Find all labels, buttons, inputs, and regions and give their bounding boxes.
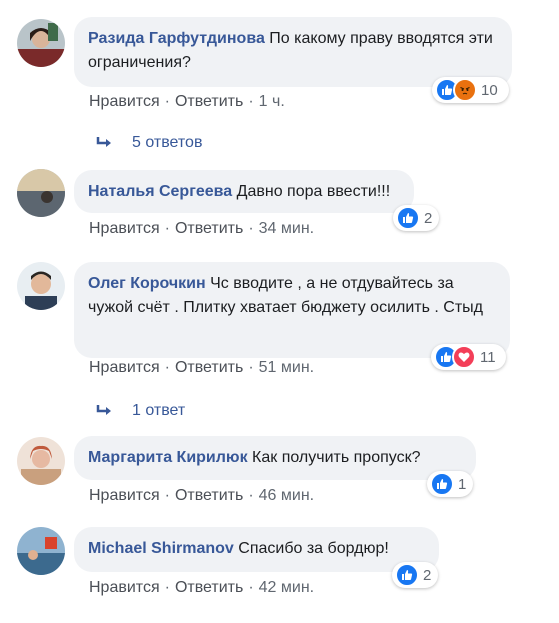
replies-count[interactable]: 1 ответ xyxy=(132,402,185,420)
reactions-badge[interactable]: 2 xyxy=(392,562,438,588)
reply-button[interactable]: Ответить xyxy=(175,579,243,596)
timestamp[interactable]: 1 ч. xyxy=(259,93,285,110)
avatar[interactable] xyxy=(17,19,65,67)
separator: · xyxy=(164,579,170,596)
reply-button[interactable]: Ответить xyxy=(175,220,243,237)
avatar[interactable] xyxy=(17,169,65,217)
comment-author[interactable]: Маргарита Кирилюк xyxy=(88,449,248,466)
reaction-count: 11 xyxy=(480,348,496,366)
timestamp[interactable]: 46 мин. xyxy=(259,487,314,504)
comment-author[interactable]: Разида Гарфутдинова xyxy=(88,30,265,47)
avatar[interactable] xyxy=(17,527,65,575)
avatar[interactable] xyxy=(17,437,65,485)
reactions-badge[interactable]: 2 xyxy=(393,205,439,231)
reply-button[interactable]: Ответить xyxy=(175,487,243,504)
reply-button[interactable]: Ответить xyxy=(175,93,243,110)
separator: · xyxy=(248,359,254,376)
comment-actions: Нравится · Ответить · 34 мин. xyxy=(89,220,314,238)
separator: · xyxy=(164,93,170,110)
comment-author[interactable]: Michael Shirmanov xyxy=(88,540,234,557)
like-button[interactable]: Нравится xyxy=(89,579,160,596)
avatar-image xyxy=(17,437,65,485)
reaction-count: 2 xyxy=(423,566,432,584)
like-button[interactable]: Нравится xyxy=(89,93,160,110)
timestamp[interactable]: 34 мин. xyxy=(259,220,314,237)
avatar-image xyxy=(17,262,65,310)
replies-count[interactable]: 5 ответов xyxy=(132,134,202,152)
avatar-image xyxy=(17,169,65,217)
view-replies-link[interactable]: 1 ответ xyxy=(96,402,185,420)
like-button[interactable]: Нравится xyxy=(89,359,160,376)
separator: · xyxy=(164,220,170,237)
comment-text: Спасибо за бордюр! xyxy=(238,540,389,557)
separator: · xyxy=(248,220,254,237)
comment-actions: Нравится · Ответить · 42 мин. xyxy=(89,579,314,597)
separator: · xyxy=(164,359,170,376)
reply-arrow-icon xyxy=(96,137,111,147)
reactions-badge[interactable]: 1 xyxy=(427,471,473,497)
angry-icon xyxy=(453,78,477,102)
comment-actions: Нравится · Ответить · 1 ч. xyxy=(89,93,285,111)
separator: · xyxy=(248,487,254,504)
reactions-badge[interactable]: 11 xyxy=(431,344,506,370)
reaction-count: 10 xyxy=(481,81,498,99)
like-icon xyxy=(396,206,420,230)
separator: · xyxy=(248,579,254,596)
like-icon xyxy=(430,472,454,496)
comment-bubble: Маргарита Кирилюк Как получить пропуск? xyxy=(74,436,476,480)
timestamp[interactable]: 51 мин. xyxy=(259,359,314,376)
comment-author[interactable]: Олег Корочкин xyxy=(88,275,206,292)
comment-text: Как получить пропуск? xyxy=(252,449,421,466)
avatar-image xyxy=(17,19,65,67)
view-replies-link[interactable]: 5 ответов xyxy=(96,134,202,152)
comment-bubble: Наталья Сергеева Давно пора ввести!!! xyxy=(74,170,414,213)
reply-button[interactable]: Ответить xyxy=(175,359,243,376)
like-button[interactable]: Нравится xyxy=(89,487,160,504)
timestamp[interactable]: 42 мин. xyxy=(259,579,314,596)
like-icon xyxy=(395,563,419,587)
separator: · xyxy=(248,93,254,110)
avatar-image xyxy=(17,527,65,575)
comment-actions: Нравится · Ответить · 46 мин. xyxy=(89,487,314,505)
comment-author[interactable]: Наталья Сергеева xyxy=(88,183,232,200)
love-icon xyxy=(452,345,476,369)
separator: · xyxy=(164,487,170,504)
reply-arrow-icon xyxy=(96,405,111,415)
comment-bubble: Michael Shirmanov Спасибо за бордюр! xyxy=(74,527,439,572)
comment-text: Давно пора ввести!!! xyxy=(236,183,391,200)
like-button[interactable]: Нравится xyxy=(89,220,160,237)
avatar[interactable] xyxy=(17,262,65,310)
reactions-badge[interactable]: 10 xyxy=(432,77,509,103)
reaction-count: 1 xyxy=(458,475,467,493)
comment-actions: Нравится · Ответить · 51 мин. xyxy=(89,359,314,377)
reaction-count: 2 xyxy=(424,209,433,227)
